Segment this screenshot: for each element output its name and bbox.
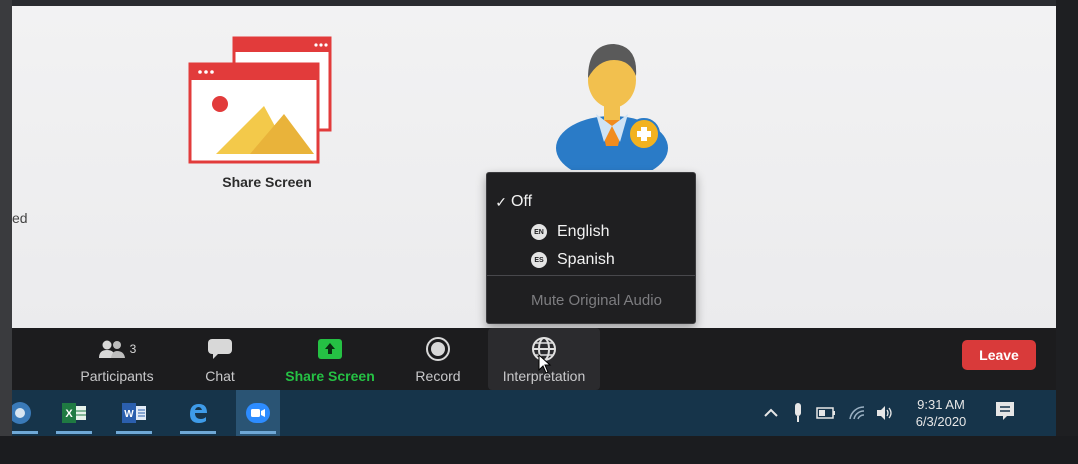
taskbar-clock[interactable]: 9:31 AM 6/3/2020 [904, 396, 978, 430]
chrome-icon [12, 402, 31, 424]
interpretation-option-spanish[interactable]: ES Spanish [487, 247, 695, 273]
taskbar-running-indicator [240, 431, 276, 434]
mute-original-audio-label: Mute Original Audio [531, 291, 662, 309]
mute-original-audio-option: Mute Original Audio [487, 287, 695, 313]
participants-button[interactable]: 3 Participants [74, 328, 160, 390]
clock-time: 9:31 AM [917, 397, 965, 412]
interpretation-option-off[interactable]: ✓ Off [487, 189, 695, 215]
mouse-cursor-icon [538, 354, 552, 374]
word-icon: W [122, 403, 146, 423]
clock-date: 6/3/2020 [915, 414, 967, 429]
record-icon [426, 337, 450, 361]
chevron-up-icon[interactable] [762, 406, 780, 420]
chat-icon [208, 339, 232, 359]
record-label: Record [415, 368, 461, 384]
interpretation-option-label: Spanish [557, 251, 615, 268]
participants-label: Participants [80, 368, 154, 384]
zoom-icon [246, 403, 270, 423]
participants-count: 3 [129, 342, 137, 356]
monitor-bezel-left [0, 0, 12, 464]
record-button[interactable]: Record [408, 328, 468, 390]
invite-participant-tile[interactable] [552, 30, 672, 180]
svg-text:X: X [65, 408, 73, 420]
interpretation-menu: ✓ Off EN English ES Spanish Mute Origina… [486, 172, 696, 324]
windows-taskbar: X W 9:31 AM 6/3/2020 [12, 390, 1056, 436]
share-screen-arrow-icon [318, 339, 342, 359]
monitor-bezel-bottom [0, 436, 1078, 464]
partial-left-text: ed [12, 210, 28, 226]
taskbar-running-indicator [116, 431, 152, 434]
taskbar-app-zoom[interactable] [236, 390, 280, 436]
microphone-icon[interactable] [792, 402, 804, 424]
chat-label: Chat [205, 368, 235, 384]
english-language-badge-icon: EN [531, 224, 547, 240]
taskbar-app-chrome[interactable] [12, 390, 42, 436]
share-screen-button[interactable]: Share Screen [282, 328, 378, 390]
chat-button[interactable]: Chat [192, 328, 248, 390]
excel-icon: X [62, 403, 86, 423]
meeting-toolbar: 3 Participants Chat Share Screen Record … [12, 328, 1056, 390]
checkmark-icon: ✓ [495, 193, 507, 210]
taskbar-running-indicator [56, 431, 92, 434]
taskbar-app-word[interactable]: W [112, 390, 156, 436]
volume-icon[interactable] [876, 405, 894, 421]
participants-icon [98, 340, 125, 358]
spanish-language-badge-icon: ES [531, 252, 547, 268]
edge-icon [190, 404, 207, 423]
share-screen-illustration-icon [188, 36, 332, 164]
interpretation-option-english[interactable]: EN English [487, 219, 695, 245]
menu-divider [487, 275, 695, 276]
share-screen-tile-label: Share Screen [222, 174, 312, 190]
taskbar-running-indicator [180, 431, 216, 434]
system-tray [762, 390, 894, 436]
battery-icon[interactable] [816, 407, 836, 419]
monitor-bezel-right [1056, 0, 1078, 464]
leave-meeting-button[interactable]: Leave [962, 340, 1036, 370]
svg-text:W: W [124, 409, 134, 420]
interpretation-option-label: Off [511, 193, 533, 210]
taskbar-app-excel[interactable]: X [52, 390, 96, 436]
notification-center-icon[interactable] [994, 400, 1016, 422]
taskbar-running-indicator [12, 431, 38, 434]
wifi-icon[interactable] [848, 405, 866, 421]
share-screen-label: Share Screen [285, 368, 375, 384]
screen: ed Share Screen ✓ Off EN English ES Span… [12, 6, 1056, 436]
interpretation-option-label: English [557, 223, 610, 240]
taskbar-app-edge[interactable] [176, 390, 220, 436]
add-user-icon [556, 44, 668, 180]
